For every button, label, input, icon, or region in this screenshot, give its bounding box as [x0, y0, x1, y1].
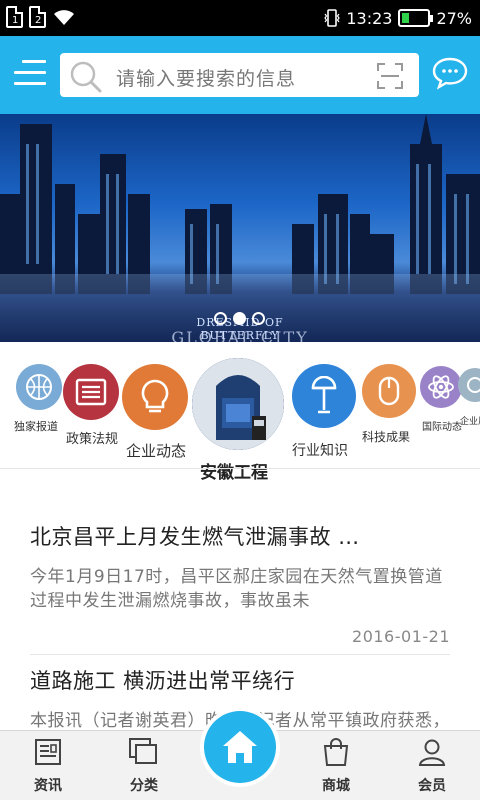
tab-label: 资讯	[34, 778, 62, 794]
category-label[interactable]: 政策法规	[66, 428, 118, 447]
lightbulb-icon	[141, 379, 169, 413]
menu-icon[interactable]	[14, 60, 46, 86]
category-item-industry[interactable]	[292, 364, 356, 428]
tab-label: 会员	[418, 778, 446, 794]
circle-icon	[467, 377, 480, 393]
search-icon	[70, 61, 102, 93]
news-icon	[35, 739, 61, 765]
mouse-icon	[378, 376, 400, 406]
news-title[interactable]: 道路施工 横沥进出常平绕行	[30, 665, 450, 695]
chat-icon[interactable]	[432, 56, 468, 90]
category-item-enterprise[interactable]	[122, 364, 188, 430]
home-icon	[223, 731, 257, 763]
scan-icon[interactable]	[377, 63, 403, 89]
news-list: 北京昌平上月发生燃气泄漏事故 … 今年1月9日17时，昌平区郝庄家园在天然气置换…	[0, 477, 480, 730]
carousel-dot-active[interactable]	[233, 312, 246, 325]
search-bar[interactable]: 请输入要搜索的信息	[60, 53, 419, 97]
user-icon	[418, 739, 446, 766]
atom-icon	[428, 375, 454, 399]
tab-mall[interactable]: 商城	[296, 737, 376, 795]
vibrate-icon	[324, 9, 341, 27]
wifi-icon	[54, 10, 74, 25]
category-label[interactable]: 国际动态	[422, 418, 462, 433]
microphone-icon	[311, 376, 337, 414]
news-date: 2016-01-21	[352, 627, 450, 646]
carousel-dot[interactable]	[214, 312, 227, 325]
category-item-international[interactable]	[420, 366, 462, 408]
news-title[interactable]: 北京昌平上月发生燃气泄漏事故 …	[30, 521, 450, 551]
tab-label: 商城	[322, 778, 350, 794]
category-item-policy[interactable]	[63, 364, 119, 420]
category-item-more[interactable]	[458, 368, 480, 402]
status-bar: 1 2 13:23 27%	[0, 0, 480, 36]
sim-card-icon: 1	[6, 6, 23, 28]
battery-icon	[398, 9, 434, 27]
tab-category[interactable]: 分类	[104, 737, 184, 795]
category-label[interactable]: 企业风采	[460, 414, 480, 427]
carousel-dot[interactable]	[252, 312, 265, 325]
battery-percent: 27%	[436, 8, 472, 28]
divider	[30, 654, 450, 655]
app-header: 请输入要搜索的信息	[0, 36, 480, 114]
search-placeholder[interactable]: 请输入要搜索的信息	[116, 64, 296, 91]
category-icon	[129, 738, 157, 764]
banner-carousel[interactable]: DRESMID OF BUTTERFLY GLOBAL CITY	[0, 114, 480, 342]
shopping-bag-icon	[323, 738, 349, 766]
category-label[interactable]: 行业知识	[292, 440, 348, 460]
category-label[interactable]: 科技成果	[362, 428, 410, 445]
newspaper-icon	[75, 378, 107, 406]
category-label[interactable]: 独家报道	[14, 418, 58, 434]
home-button[interactable]	[204, 711, 276, 783]
basketball-icon	[26, 374, 52, 400]
category-carousel[interactable]: 独家报道 政策法规 企业动态 安徽工程 行业知识 科技成果 国际动态 企业	[0, 342, 480, 483]
category-item-exclusive[interactable]	[16, 364, 62, 410]
news-summary: 今年1月9日17时，昌平区郝庄家园在天然气置换管道过程中发生泄漏燃烧事故，事故虽…	[30, 567, 443, 611]
carousel-indicator	[214, 312, 265, 325]
clock: 13:23	[346, 8, 393, 28]
bottom-nav: 资讯 分类 商城 会员	[0, 711, 480, 800]
sim-card-icon: 2	[29, 6, 46, 28]
tab-news[interactable]: 资讯	[8, 737, 88, 795]
category-item-tech[interactable]	[362, 364, 416, 418]
backpack-photo-icon	[192, 358, 284, 450]
tab-label: 分类	[130, 778, 158, 794]
category-label[interactable]: 企业动态	[126, 440, 186, 461]
banner-brand-line2: GLOBAL CITY	[171, 328, 309, 342]
divider	[0, 468, 480, 469]
tab-member[interactable]: 会员	[392, 737, 472, 795]
news-item[interactable]: 北京昌平上月发生燃气泄漏事故 … 今年1月9日17时，昌平区郝庄家园在天然气置换…	[30, 521, 450, 646]
category-item-anhui-selected[interactable]	[192, 358, 284, 450]
